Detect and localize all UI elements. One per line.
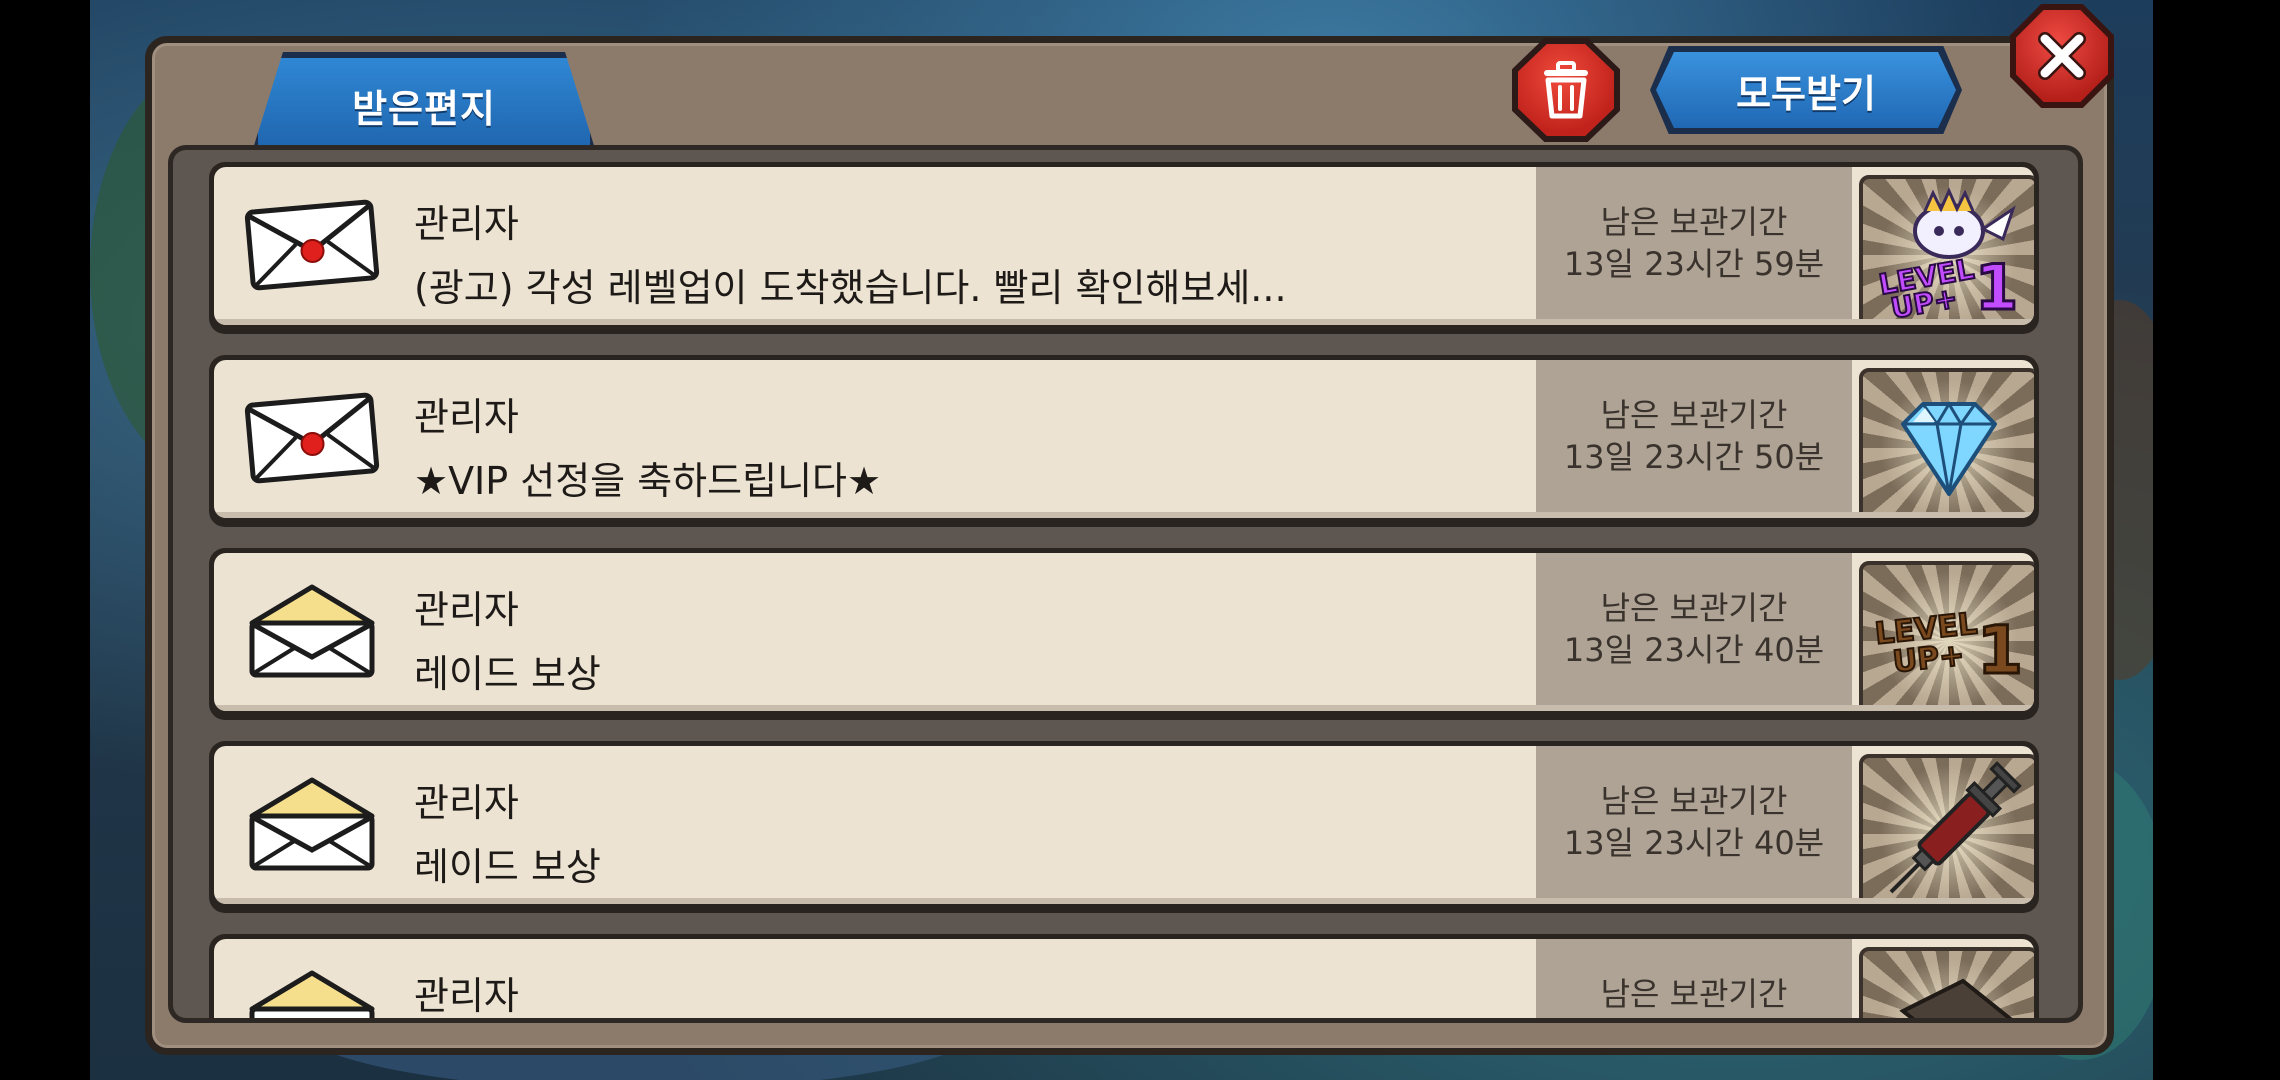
- opened-envelope-icon: [249, 584, 375, 678]
- tab-received-mail-label: 받은편지: [352, 86, 496, 131]
- delete-button[interactable]: [1518, 44, 1614, 136]
- opened-envelope-icon: [249, 777, 375, 871]
- diamond-icon: [1901, 401, 1997, 496]
- retention-period: 남은 보관기간 13일 23시간 50분: [1536, 360, 1852, 518]
- retention-period: 남은 보관기간 13일 23시간 40분: [1536, 553, 1852, 711]
- reward-slot[interactable]: [1859, 368, 2034, 518]
- trash-icon: [1544, 61, 1588, 119]
- receive-all-label: 모두받기: [1736, 71, 1876, 116]
- retention-label: 남은 보관기간: [1600, 589, 1788, 627]
- mail-item[interactable]: 관리자 레이드 보상 남은 보관기간 13일 23시간 40분: [209, 741, 2039, 913]
- receive-all-button[interactable]: 모두받기: [1656, 52, 1956, 128]
- item-icon: [1899, 978, 2013, 1018]
- unread-envelope-icon: [244, 199, 380, 291]
- retention-label: 남은 보관기간: [1600, 396, 1788, 434]
- mail-sender: 관리자: [414, 588, 519, 632]
- mail-sender: 관리자: [414, 974, 519, 1018]
- mail-list[interactable]: 관리자 (광고) 각성 레벨업이 도착했습니다. 빨리 확인해보세... 남은 …: [168, 145, 2083, 1023]
- mail-sender: 관리자: [414, 781, 519, 825]
- mail-item[interactable]: 관리자 (광고) 각성 레벨업이 도착했습니다. 빨리 확인해보세... 남은 …: [209, 162, 2039, 334]
- svg-text:1: 1: [1975, 251, 2018, 324]
- mail-item[interactable]: 관리자 ★VIP 선정을 축하드립니다★ 남은 보관기간 13일 23시간 50…: [209, 355, 2039, 527]
- reward-slot[interactable]: [1859, 947, 2034, 1018]
- retention-value: 13일 23시간 40분: [1563, 824, 1825, 862]
- retention-label: 남은 보관기간: [1600, 975, 1788, 1013]
- mail-subject: 레이드 보상: [414, 845, 601, 889]
- tab-received-mail[interactable]: 받은편지: [252, 52, 596, 152]
- reward-slot[interactable]: LEVEL UP+ 1: [1859, 175, 2034, 325]
- svg-text:1: 1: [1977, 612, 2023, 689]
- syringe-icon: [1889, 761, 2022, 894]
- reward-slot[interactable]: [1859, 754, 2034, 904]
- retention-label: 남은 보관기간: [1600, 203, 1788, 241]
- close-button[interactable]: [2016, 10, 2108, 102]
- retention-value: 13일 23시간 50분: [1563, 438, 1825, 476]
- level-up-plus-one-brown-icon: LEVEL UP+ 1: [1872, 605, 2024, 690]
- opened-envelope-icon: [249, 970, 375, 1018]
- retention-label: 남은 보관기간: [1600, 782, 1788, 820]
- svg-text:UP+: UP+: [1891, 638, 1966, 680]
- mail-subject: ★VIP 선정을 축하드립니다★: [414, 459, 882, 503]
- retention-period: 남은 보관기간: [1536, 939, 1852, 1018]
- close-icon: [2038, 32, 2086, 80]
- unread-envelope-icon: [244, 392, 380, 484]
- reward-slot[interactable]: LEVEL UP+ 1: [1859, 561, 2034, 711]
- mail-subject: 레이드 보상: [414, 652, 601, 696]
- mail-subject: (광고) 각성 레벨업이 도착했습니다. 빨리 확인해보세...: [414, 266, 1287, 310]
- retention-period: 남은 보관기간 13일 23시간 59분: [1536, 167, 1852, 325]
- mail-sender: 관리자: [414, 395, 519, 439]
- mail-sender: 관리자: [414, 202, 519, 246]
- retention-value: 13일 23시간 40분: [1563, 631, 1825, 669]
- mail-item[interactable]: 관리자 남은 보관기간: [209, 934, 2039, 1018]
- retention-period: 남은 보관기간 13일 23시간 40분: [1536, 746, 1852, 904]
- mail-item[interactable]: 관리자 레이드 보상 남은 보관기간 13일 23시간 40분 LEVEL UP…: [209, 548, 2039, 720]
- retention-value: 13일 23시간 59분: [1563, 245, 1825, 283]
- level-up-plus-one-purple-icon: LEVEL UP+ 1: [1876, 187, 2020, 325]
